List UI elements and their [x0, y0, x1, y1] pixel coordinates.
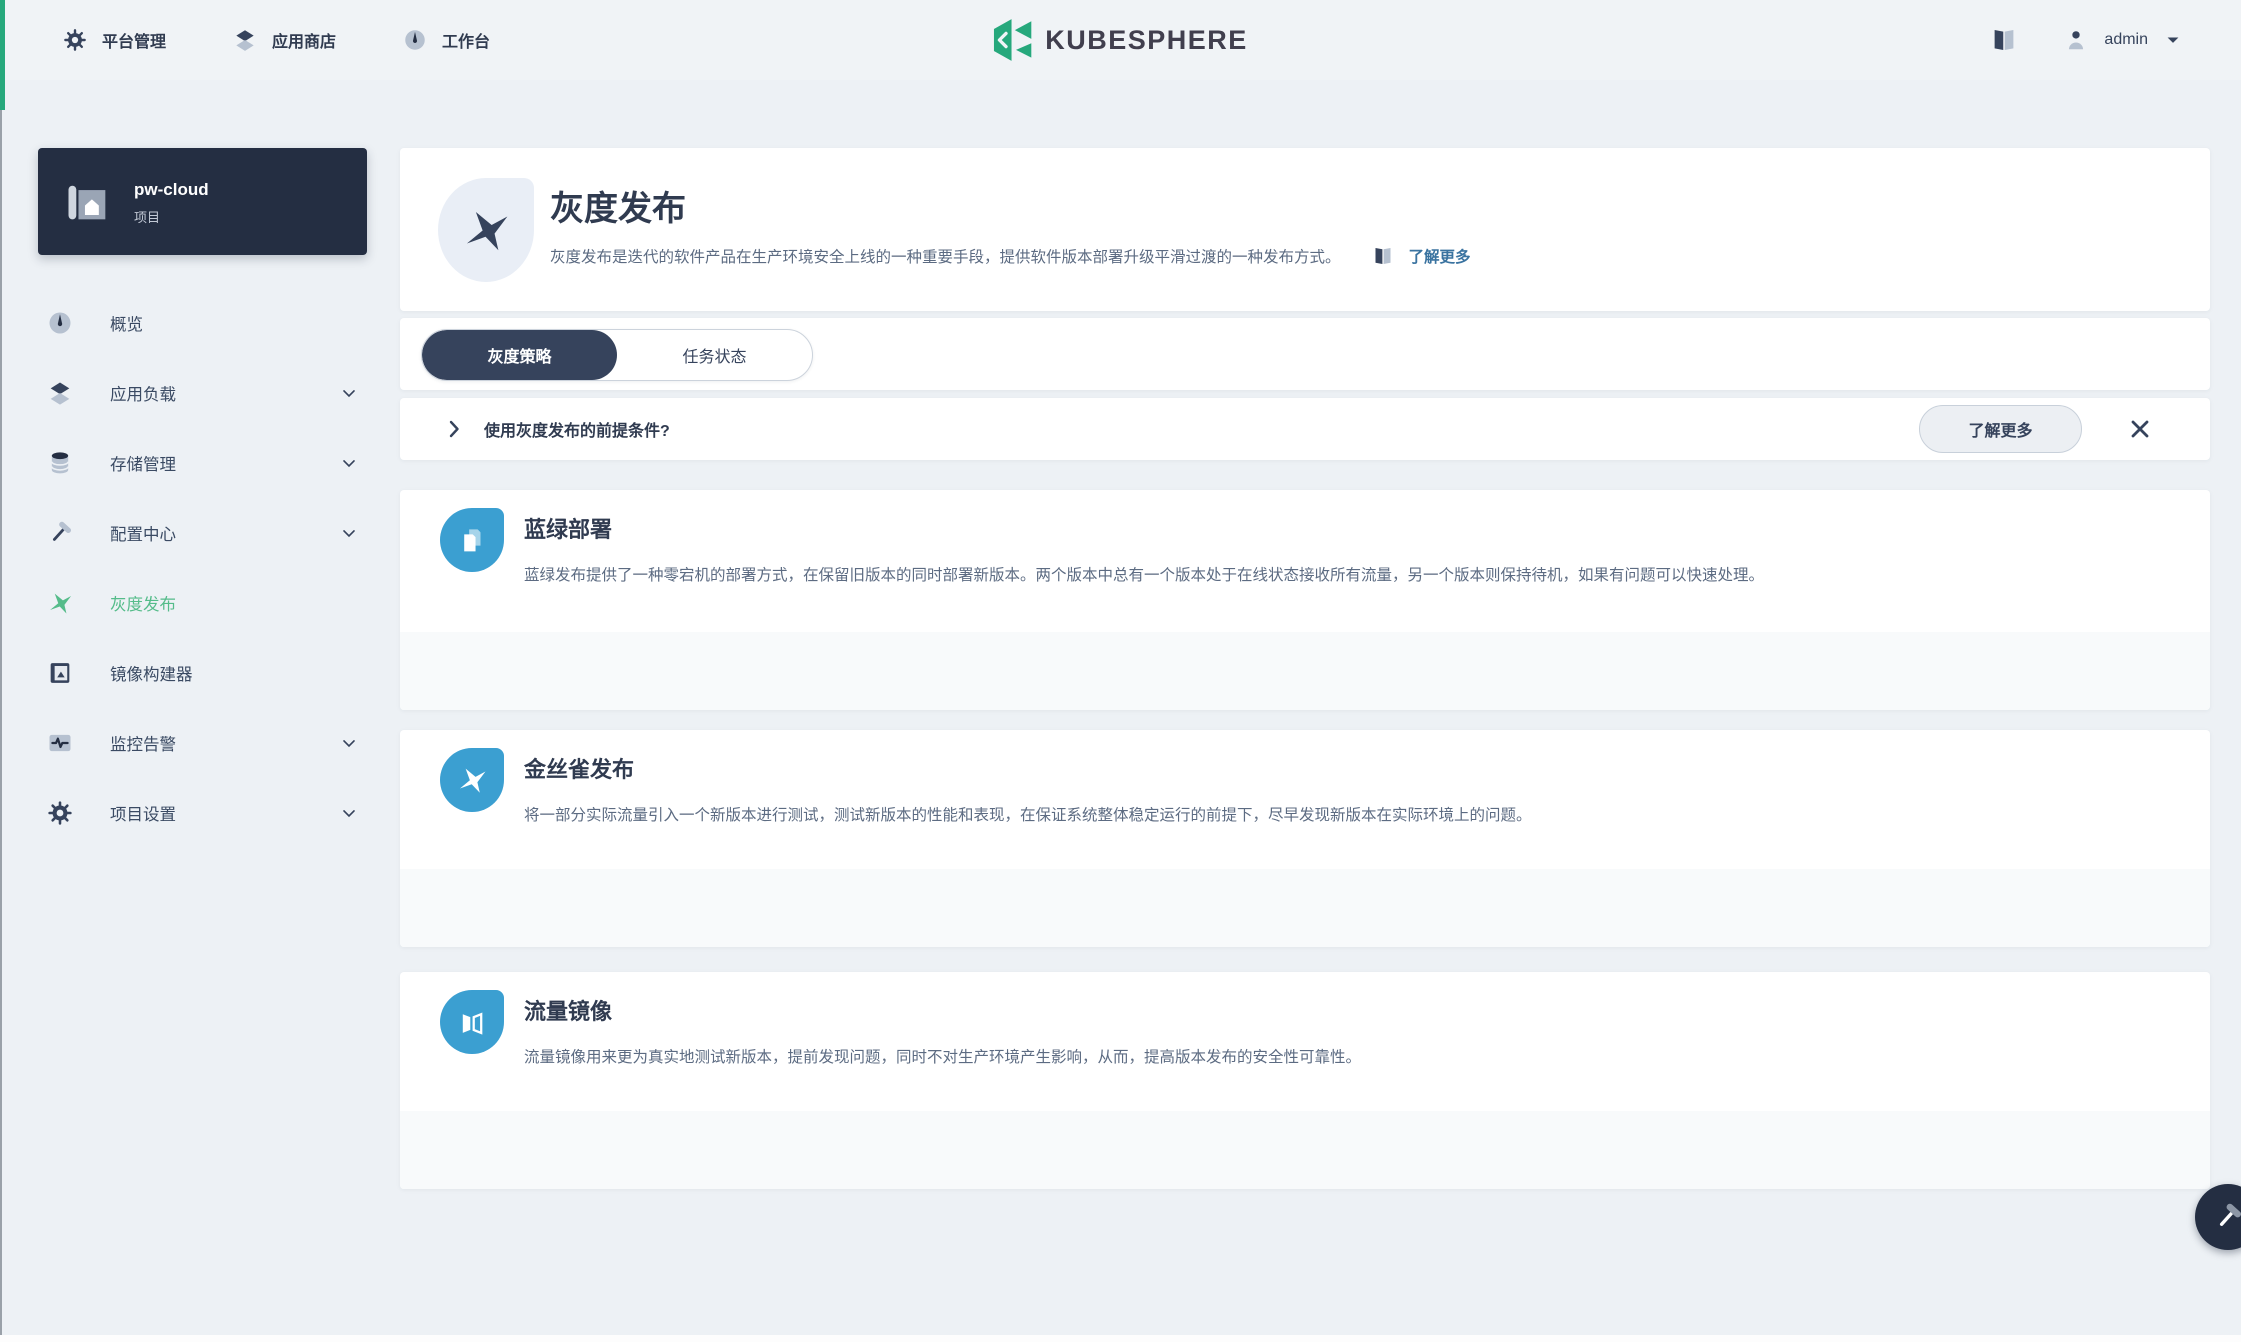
- sidebar: pw-cloud 项目 概览: [38, 148, 367, 861]
- sidebar-item-overview[interactable]: 概览: [38, 301, 367, 345]
- tab-group: 灰度策略 任务状态: [421, 329, 813, 381]
- card-footer: [400, 869, 2210, 947]
- tab-task-status[interactable]: 任务状态: [617, 330, 812, 380]
- card-footer: [400, 632, 2210, 710]
- learn-more-link[interactable]: 了解更多: [1409, 245, 1471, 267]
- sidebar-item-workloads[interactable]: 应用负载: [38, 371, 367, 415]
- card-description: 蓝绿发布提供了一种零宕机的部署方式，在保留旧版本的同时部署新版本。两个版本中总有…: [524, 564, 2144, 587]
- sidebar-item-label: 配置中心: [110, 521, 176, 545]
- prerequisite-banner: 使用灰度发布的前提条件? 了解更多: [400, 398, 2210, 460]
- bird-icon: [46, 589, 74, 617]
- appstore-icon: [232, 27, 258, 53]
- grayscale-bird-icon: [438, 178, 534, 282]
- topnav: 平台管理 应用商店 工作台: [62, 0, 490, 80]
- page-description: 灰度发布是迭代的软件产品在生产环境安全上线的一种重要手段，提供软件版本部署升级平…: [550, 245, 1341, 267]
- canary-bird-icon: [440, 748, 504, 812]
- image-icon: [46, 659, 74, 687]
- chevron-down-icon: [2163, 30, 2183, 50]
- kubesphere-logo-mark-icon: [993, 18, 1033, 62]
- sidebar-item-project-settings[interactable]: 项目设置: [38, 791, 367, 835]
- sidebar-item-label: 镜像构建器: [110, 661, 193, 685]
- project-info: pw-cloud 项目: [134, 177, 209, 226]
- toolbox-button[interactable]: [2195, 1184, 2241, 1250]
- chevron-down-icon: [339, 803, 359, 823]
- nav-app-store[interactable]: 应用商店: [232, 27, 336, 53]
- traffic-mirror-icon: [440, 990, 504, 1054]
- blue-green-copy-icon: [440, 508, 504, 572]
- hammer-icon: [2211, 1200, 2241, 1234]
- card-title: 流量镜像: [524, 994, 612, 1026]
- dashboard-icon: [46, 309, 74, 337]
- user-name: admin: [2104, 31, 2148, 49]
- kubesphere-app: 平台管理 应用商店 工作台: [0, 0, 2241, 1342]
- sidebar-item-image-builder[interactable]: 镜像构建器: [38, 651, 367, 695]
- sidebar-item-label: 概览: [110, 311, 143, 335]
- nav-workbench[interactable]: 工作台: [402, 27, 490, 53]
- card-description: 流量镜像用来更为真实地测试新版本，提前发现问题，同时不对生产环境产生影响，从而，…: [524, 1046, 2144, 1069]
- strategy-card-blue-green[interactable]: 蓝绿部署 蓝绿发布提供了一种零宕机的部署方式，在保留旧版本的同时部署新版本。两个…: [400, 490, 2210, 710]
- nav-platform-management[interactable]: 平台管理: [62, 27, 166, 53]
- card-title: 金丝雀发布: [524, 752, 634, 784]
- docs-book-icon: [1371, 244, 1395, 268]
- chevron-down-icon: [339, 383, 359, 403]
- gear-icon: [62, 27, 88, 53]
- user-menu[interactable]: admin: [2063, 27, 2183, 53]
- window-bottom-strip: [0, 1335, 2241, 1342]
- sidebar-item-label: 监控告警: [110, 731, 176, 755]
- logo-text: KUBESPHERE: [1045, 25, 1248, 56]
- page-title: 灰度发布: [550, 181, 686, 230]
- page-description-row: 灰度发布是迭代的软件产品在生产环境安全上线的一种重要手段，提供软件版本部署升级平…: [550, 244, 1471, 268]
- window-accent-stripe: [0, 0, 5, 110]
- chevron-down-icon: [339, 523, 359, 543]
- close-icon[interactable]: [2126, 415, 2154, 443]
- sidebar-item-grayscale-release[interactable]: 灰度发布: [38, 581, 367, 625]
- docs-book-icon[interactable]: [1989, 25, 2019, 55]
- nav-label: 工作台: [442, 28, 490, 52]
- layers-icon: [46, 379, 74, 407]
- project-type: 项目: [134, 207, 209, 226]
- kubesphere-logo[interactable]: KUBESPHERE: [993, 0, 1248, 80]
- sidebar-item-label: 项目设置: [110, 801, 176, 825]
- chevron-down-icon: [339, 453, 359, 473]
- sidebar-item-label: 灰度发布: [110, 591, 176, 615]
- sidebar-item-monitoring-alerting[interactable]: 监控告警: [38, 721, 367, 765]
- prerequisite-question[interactable]: 使用灰度发布的前提条件?: [484, 417, 670, 441]
- hammer-icon: [46, 519, 74, 547]
- tab-grayscale-strategy[interactable]: 灰度策略: [422, 330, 617, 380]
- card-title: 蓝绿部署: [524, 512, 612, 544]
- project-name: pw-cloud: [134, 177, 209, 203]
- card-footer: [400, 1111, 2210, 1189]
- sidebar-item-storage[interactable]: 存储管理: [38, 441, 367, 485]
- chevron-down-icon: [339, 733, 359, 753]
- sidebar-item-label: 存储管理: [110, 451, 176, 475]
- sidebar-menu: 概览 应用负载: [38, 301, 367, 835]
- database-icon: [46, 449, 74, 477]
- topbar-right: admin: [1989, 0, 2183, 80]
- sidebar-item-label: 应用负载: [110, 381, 176, 405]
- user-avatar-icon: [2063, 27, 2089, 53]
- monitor-icon: [46, 729, 74, 757]
- strategy-card-traffic-mirror[interactable]: 流量镜像 流量镜像用来更为真实地测试新版本，提前发现问题，同时不对生产环境产生影…: [400, 972, 2210, 1189]
- card-description: 将一部分实际流量引入一个新版本进行测试，测试新版本的性能和表现，在保证系统整体稳…: [524, 804, 2144, 827]
- tabs-band: 灰度策略 任务状态: [400, 318, 2210, 390]
- gear-icon: [46, 799, 74, 827]
- workbench-icon: [402, 27, 428, 53]
- project-icon: [62, 176, 114, 228]
- project-selector[interactable]: pw-cloud 项目: [38, 148, 367, 255]
- nav-label: 平台管理: [102, 28, 166, 52]
- learn-more-button[interactable]: 了解更多: [1919, 405, 2082, 453]
- chevron-right-icon[interactable]: [442, 417, 466, 441]
- nav-label: 应用商店: [272, 28, 336, 52]
- page-header-panel: 灰度发布 灰度发布是迭代的软件产品在生产环境安全上线的一种重要手段，提供软件版本…: [400, 148, 2210, 311]
- strategy-card-canary[interactable]: 金丝雀发布 将一部分实际流量引入一个新版本进行测试，测试新版本的性能和表现，在保…: [400, 730, 2210, 947]
- window-left-border: [0, 0, 2, 1342]
- sidebar-item-config-center[interactable]: 配置中心: [38, 511, 367, 555]
